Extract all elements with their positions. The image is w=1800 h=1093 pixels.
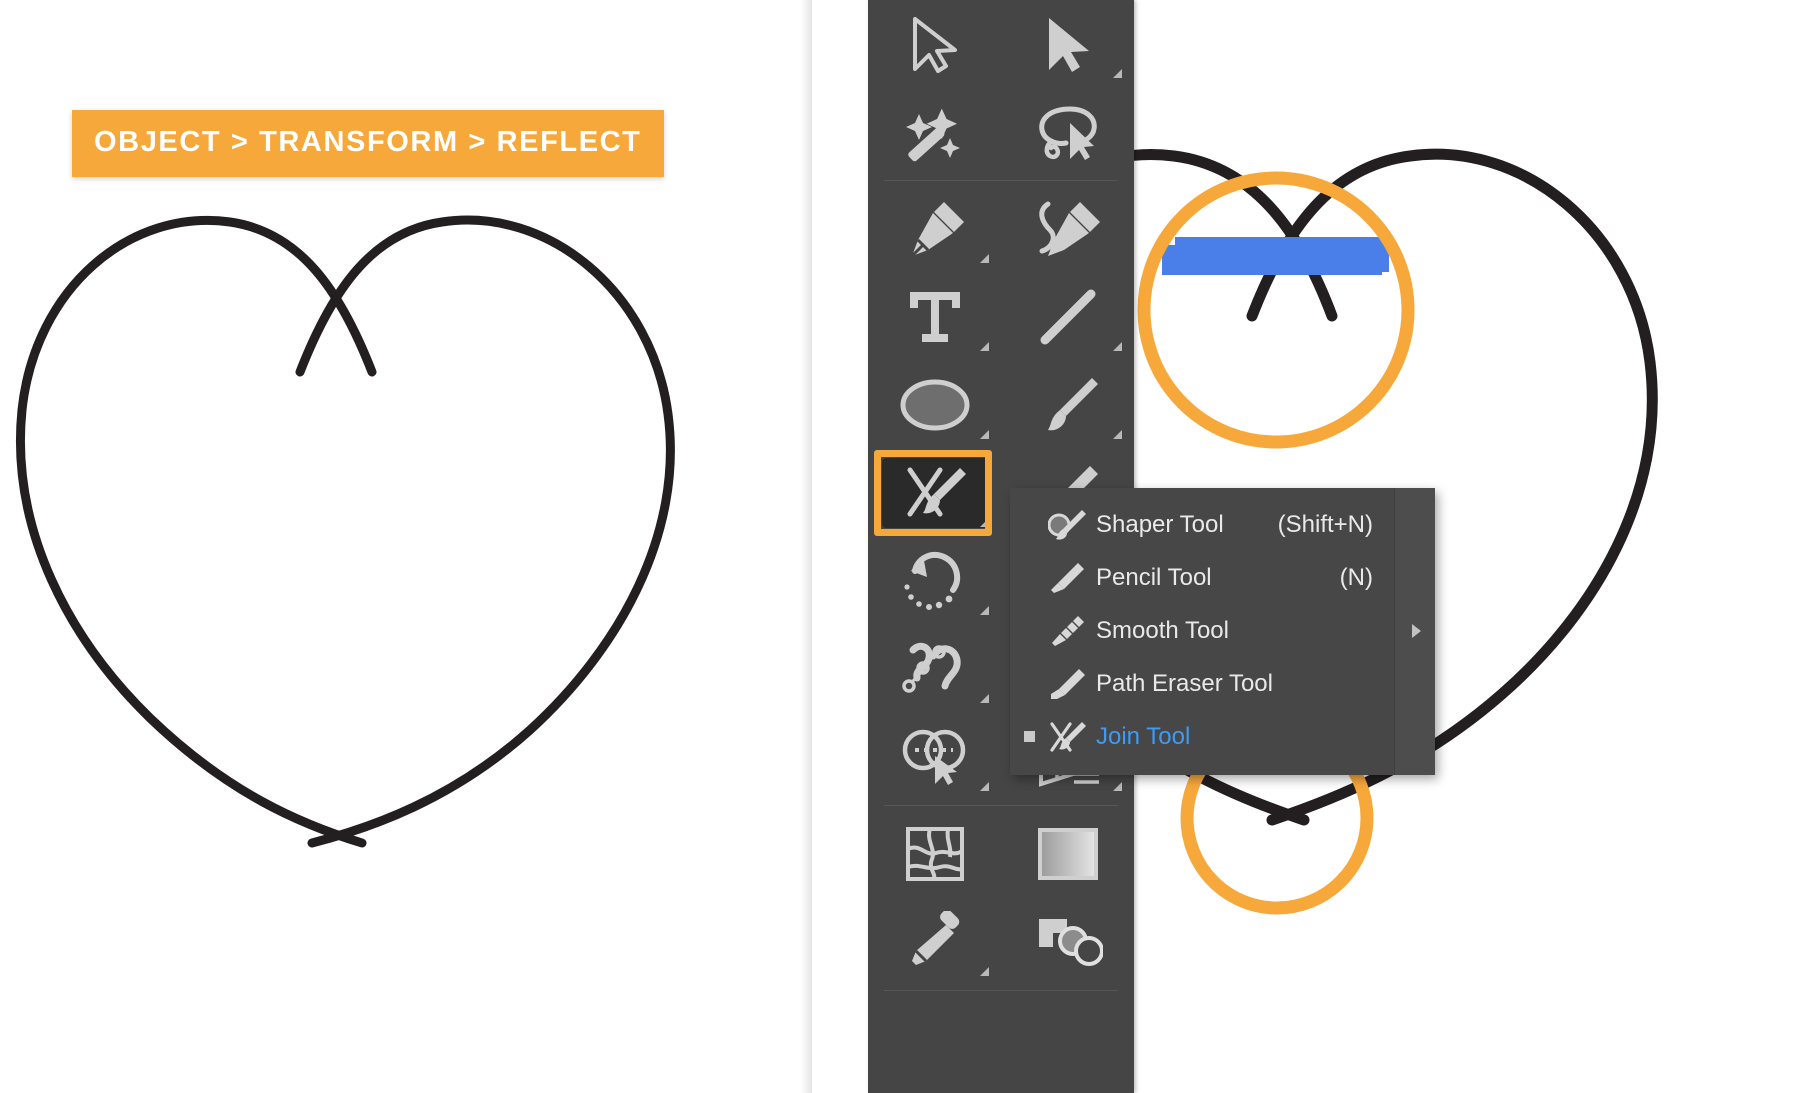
flyout-corner-icon bbox=[980, 606, 989, 615]
gradient-tool-icon bbox=[1037, 828, 1098, 880]
tool-group-divider bbox=[884, 990, 1118, 991]
join-tool-icon bbox=[1040, 720, 1096, 754]
tool-pen[interactable] bbox=[868, 185, 1001, 273]
flyout-corner-icon bbox=[980, 694, 989, 703]
tool-row bbox=[868, 0, 1134, 88]
path-eraser-tool-icon bbox=[1040, 667, 1096, 701]
tool-eyedropper[interactable] bbox=[868, 898, 1001, 986]
shaper-tool-flyout-menu[interactable]: Shaper Tool (Shift+N) Pencil Tool (N) Sm… bbox=[1010, 488, 1435, 775]
mesh-tool-icon bbox=[905, 827, 964, 881]
shaper-tool-icon bbox=[1040, 508, 1096, 542]
menu-item-shaper-tool[interactable]: Shaper Tool (Shift+N) bbox=[1010, 498, 1435, 551]
flyout-corner-icon bbox=[1113, 69, 1122, 78]
screenshot-stage: OBJECT > TRANSFORM > REFLECT Shaper Tool… bbox=[0, 0, 1800, 1093]
top-notch-callout-circle bbox=[1137, 171, 1415, 449]
flyout-corner-icon bbox=[1113, 782, 1122, 791]
menu-item-path-eraser-tool[interactable]: Path Eraser Tool bbox=[1010, 657, 1435, 710]
current-tool-bullet-icon bbox=[1018, 731, 1040, 742]
type-tool-icon bbox=[909, 292, 960, 342]
magic-wand-tool-icon bbox=[905, 108, 960, 162]
instruction-banner: OBJECT > TRANSFORM > REFLECT bbox=[72, 110, 664, 177]
tool-width[interactable] bbox=[868, 625, 1001, 713]
direct-selection-tool-icon bbox=[1048, 18, 1089, 72]
flyout-corner-icon bbox=[1113, 430, 1122, 439]
tool-gradient[interactable] bbox=[1001, 810, 1134, 898]
menu-item-shortcut: (Shift+N) bbox=[1277, 510, 1373, 538]
join-stroke-highlight bbox=[1162, 237, 1389, 275]
tool-row bbox=[868, 185, 1134, 273]
tool-row bbox=[868, 810, 1134, 898]
menu-item-shortcut: (N) bbox=[1339, 563, 1373, 591]
menu-item-label: Smooth Tool bbox=[1096, 616, 1229, 644]
tool-line-segment[interactable] bbox=[1001, 273, 1134, 361]
flyout-corner-icon bbox=[980, 254, 989, 263]
tool-shaper-selected[interactable] bbox=[868, 449, 1001, 537]
menu-item-label: Path Eraser Tool bbox=[1096, 669, 1273, 697]
tool-magic-wand[interactable] bbox=[868, 88, 1001, 176]
shaper-tool-icon bbox=[907, 467, 966, 517]
tool-blend[interactable] bbox=[1001, 898, 1134, 986]
flyout-corner-icon bbox=[980, 967, 989, 976]
shape-builder-tool-icon bbox=[902, 729, 965, 785]
flyout-corner-icon bbox=[980, 782, 989, 791]
paintbrush-tool-icon bbox=[1047, 378, 1098, 431]
tool-ellipse[interactable] bbox=[868, 361, 1001, 449]
smooth-tool-icon bbox=[1040, 614, 1096, 648]
menu-item-smooth-tool[interactable]: Smooth Tool bbox=[1010, 604, 1435, 657]
tool-row bbox=[868, 88, 1134, 176]
tool-selection[interactable] bbox=[868, 0, 1001, 88]
line-segment-tool-icon bbox=[1040, 289, 1095, 345]
tool-shape-builder[interactable] bbox=[868, 713, 1001, 801]
pen-tool-icon bbox=[910, 202, 964, 258]
tool-rotate[interactable] bbox=[868, 537, 1001, 625]
rotate-tool-icon bbox=[903, 551, 960, 610]
tool-curvature[interactable] bbox=[1001, 185, 1134, 273]
tool-mesh[interactable] bbox=[868, 810, 1001, 898]
menu-item-join-tool[interactable]: Join Tool bbox=[1010, 710, 1435, 763]
tool-row bbox=[868, 898, 1134, 986]
curvature-tool-icon bbox=[1038, 201, 1100, 256]
tool-row bbox=[868, 273, 1134, 361]
menu-item-label: Pencil Tool bbox=[1096, 563, 1212, 591]
menu-item-label: Shaper Tool bbox=[1096, 510, 1224, 538]
eyedropper-tool-icon bbox=[911, 911, 959, 965]
menu-item-label: Join Tool bbox=[1096, 722, 1191, 750]
width-tool-icon bbox=[901, 642, 961, 693]
tool-direct-selection[interactable] bbox=[1001, 0, 1134, 88]
pencil-tool-icon bbox=[1040, 561, 1096, 595]
flyout-corner-icon bbox=[980, 342, 989, 351]
tool-paintbrush[interactable] bbox=[1001, 361, 1134, 449]
submenu-arrow-icon bbox=[1412, 623, 1421, 638]
flyout-corner-icon bbox=[1113, 342, 1122, 351]
blend-tool-icon bbox=[1038, 919, 1103, 966]
ellipse-tool-icon bbox=[900, 379, 969, 431]
tool-group-divider bbox=[884, 180, 1118, 181]
menu-item-pencil-tool[interactable]: Pencil Tool (N) bbox=[1010, 551, 1435, 604]
tool-lasso[interactable] bbox=[1001, 88, 1134, 176]
flyout-corner-icon bbox=[980, 430, 989, 439]
lasso-tool-icon bbox=[1038, 106, 1097, 160]
tool-type[interactable] bbox=[868, 273, 1001, 361]
selection-tool-icon bbox=[912, 17, 957, 73]
tool-row bbox=[868, 361, 1134, 449]
tool-group-divider bbox=[884, 805, 1118, 806]
